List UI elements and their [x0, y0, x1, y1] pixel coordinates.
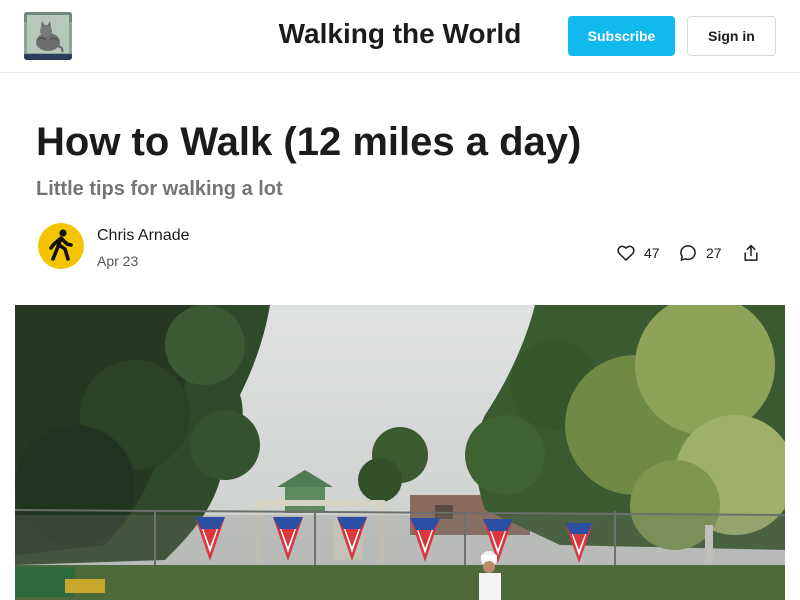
post-title: How to Walk (12 miles a day): [36, 120, 582, 164]
author-avatar[interactable]: [38, 223, 84, 269]
subscribe-button[interactable]: Subscribe: [568, 16, 675, 56]
cat-logo-icon: [24, 12, 72, 60]
heart-icon: [617, 245, 635, 261]
post-date: Apr 23: [97, 253, 139, 269]
site-title[interactable]: Walking the World: [0, 18, 800, 50]
comment-button[interactable]: 27: [678, 242, 722, 264]
post-subtitle: Little tips for walking a lot: [36, 178, 283, 200]
author-name[interactable]: Chris Arnade: [97, 227, 190, 245]
share-button[interactable]: [741, 242, 761, 264]
like-button[interactable]: 47: [616, 242, 660, 264]
comment-count: 27: [706, 245, 722, 261]
like-count: 47: [644, 245, 660, 261]
pedestrian-icon: [38, 223, 84, 269]
site-logo[interactable]: [24, 12, 72, 60]
site-header: Walking the World Subscribe Sign in: [0, 0, 800, 73]
hero-image[interactable]: [15, 305, 785, 600]
sign-in-button[interactable]: Sign in: [687, 16, 776, 56]
comment-bubble-icon: [680, 245, 696, 261]
share-icon: [744, 244, 758, 261]
park-photo: [15, 305, 785, 600]
